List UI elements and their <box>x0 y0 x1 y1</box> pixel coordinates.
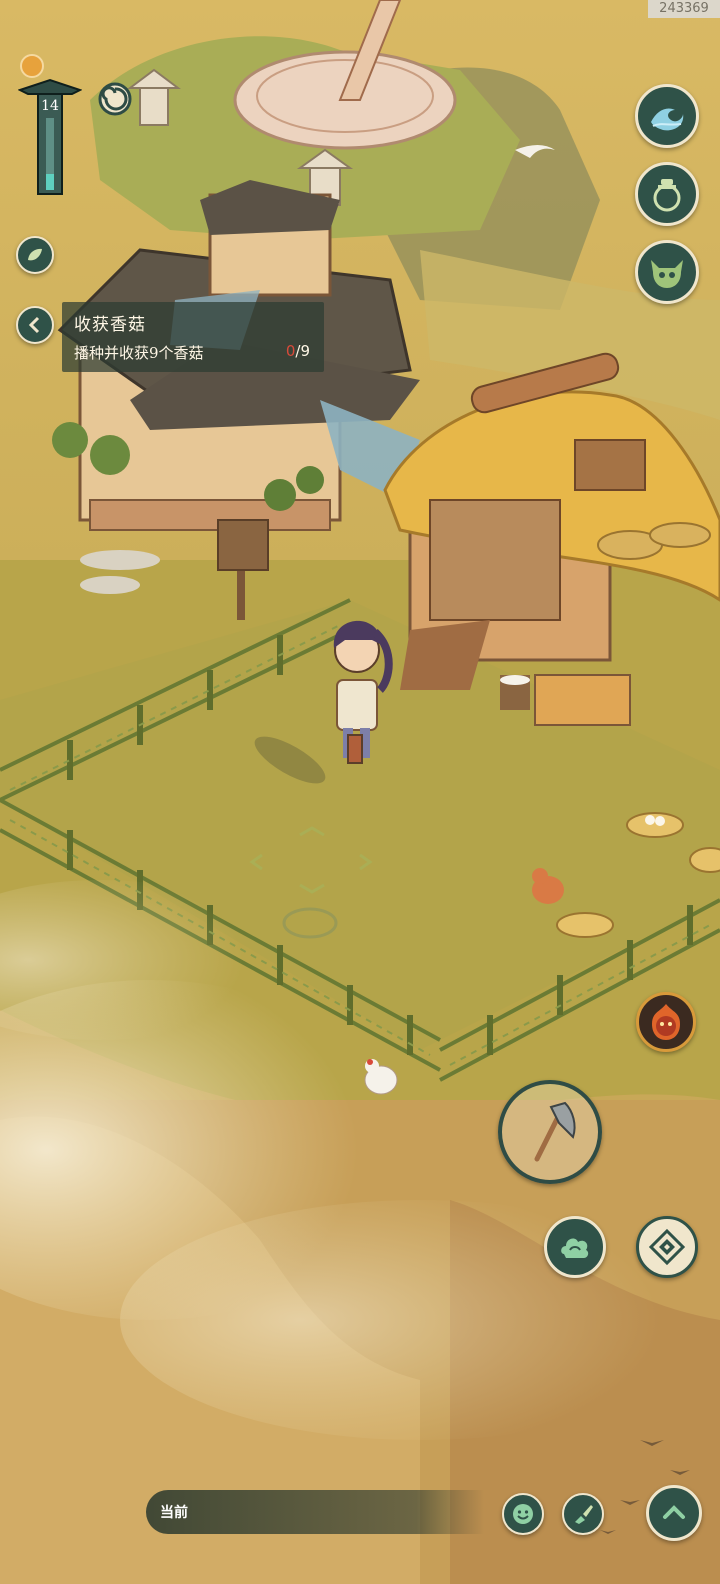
watermark: 243369 <box>648 0 720 18</box>
swirl-button[interactable] <box>98 82 132 116</box>
cloud-icon <box>561 1238 589 1258</box>
jar-icon <box>653 179 681 212</box>
quest-title: 收获香菇 <box>74 315 146 335</box>
quest-progress: 0/9 <box>286 342 310 360</box>
diamond-compass-icon <box>648 1228 686 1266</box>
wave-icon <box>651 108 684 131</box>
compass-button[interactable] <box>636 1216 698 1278</box>
quest-progress-total: /9 <box>295 342 310 360</box>
notification-dot <box>20 54 44 78</box>
chevron-left-icon <box>28 316 40 334</box>
brush-icon <box>575 1505 593 1524</box>
axe-icon <box>534 1101 576 1162</box>
chat-channel-label: 当前 <box>160 1505 188 1521</box>
leaf-button[interactable] <box>16 236 54 274</box>
totem-icon <box>17 78 83 195</box>
chat-bar[interactable]: 当前 <box>146 1490 484 1534</box>
emote-button[interactable] <box>502 1493 544 1535</box>
chevron-up-icon <box>663 1505 685 1519</box>
horned-mask-icon <box>651 260 683 288</box>
smile-icon <box>513 1504 533 1524</box>
cloud-button[interactable] <box>544 1216 606 1278</box>
axe-action-button[interactable] <box>498 1080 602 1184</box>
leaf-icon <box>28 248 42 261</box>
jar-button[interactable] <box>635 162 699 226</box>
wave-button[interactable] <box>635 84 699 148</box>
quest-description: 播种并收获9个香菇 <box>74 344 204 362</box>
fire-spirit-icon <box>652 1004 680 1040</box>
mask-button[interactable] <box>635 240 699 304</box>
game-scene[interactable] <box>0 0 720 1584</box>
brush-button[interactable] <box>562 1493 604 1535</box>
expand-menu-button[interactable] <box>646 1485 702 1541</box>
quest-collapse-button[interactable] <box>16 306 54 344</box>
level-number: 14 <box>41 98 59 114</box>
fire-spirit-button[interactable] <box>636 992 696 1052</box>
level-totem[interactable]: 14 <box>17 78 83 198</box>
swirl-icon <box>98 82 132 116</box>
quest-progress-current: 0 <box>285 342 296 360</box>
quest-tracker[interactable]: 收获香菇 播种并收获9个香菇 0/9 <box>62 302 324 372</box>
